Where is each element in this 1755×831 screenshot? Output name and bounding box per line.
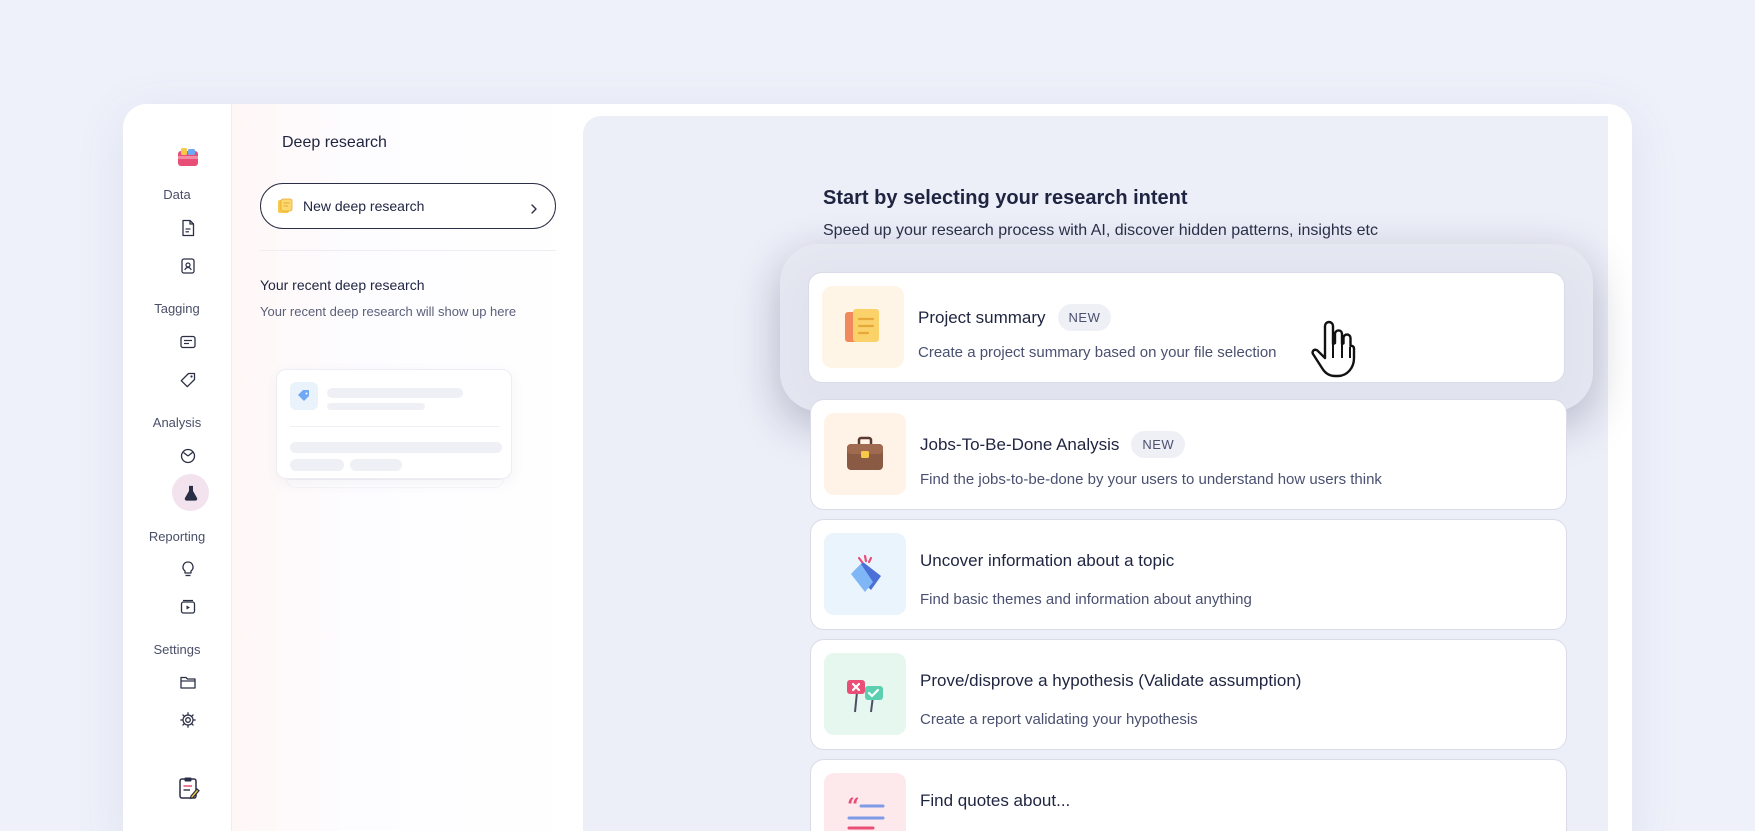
option-validate-hypothesis[interactable]: Prove/disprove a hypothesis (Validate as…	[810, 639, 1567, 750]
app-logo-icon[interactable]	[177, 147, 199, 167]
panel-divider	[260, 250, 556, 251]
new-deep-research-button[interactable]: New deep research	[260, 183, 556, 229]
option-description: Create a project summary based on your f…	[918, 344, 1277, 361]
tag-icon-placeholder	[290, 382, 318, 410]
option-title: Project summary	[918, 307, 1046, 327]
document-stack-icon	[822, 286, 904, 368]
main-content: Start by selecting your research intent …	[583, 116, 1608, 831]
chart-pie-icon[interactable]	[177, 445, 199, 467]
option-description: Find the jobs-to-be-done by your users t…	[920, 471, 1382, 488]
rail-section-data: Data	[163, 187, 191, 202]
lightbulb-icon[interactable]	[177, 558, 199, 580]
rail-section-settings: Settings	[153, 642, 201, 657]
quote-icon: “	[824, 773, 906, 831]
new-deep-research-label: New deep research	[303, 198, 425, 214]
deep-research-icon	[277, 198, 293, 214]
new-badge: NEW	[1057, 304, 1112, 331]
video-icon[interactable]	[177, 596, 199, 618]
option-description: Find basic themes and information about …	[920, 591, 1252, 608]
page-subtitle: Speed up your research process with AI, …	[823, 222, 1378, 239]
option-find-quotes[interactable]: “ Find quotes about...	[810, 759, 1567, 831]
recent-research-heading: Your recent deep research	[260, 277, 425, 293]
rail-section-tagging: Tagging	[154, 301, 200, 316]
folder-icon[interactable]	[177, 671, 199, 693]
rail-section-reporting: Reporting	[148, 529, 206, 544]
empty-state-illustration	[276, 364, 512, 494]
page-title: Start by selecting your research intent	[823, 187, 1188, 209]
option-title: Uncover information about a topic	[920, 551, 1175, 570]
deep-research-panel: Deep research New deep research Your rec…	[232, 104, 580, 831]
option-description: Create a report validating your hypothes…	[920, 711, 1198, 728]
option-jtbd-analysis[interactable]: Jobs-To-Be-Done Analysis NEW Find the jo…	[810, 399, 1567, 510]
gear-icon[interactable]	[177, 709, 199, 731]
signs-icon	[824, 653, 906, 735]
tag-search-icon	[824, 533, 906, 615]
svg-text:“: “	[847, 794, 860, 820]
option-title: Prove/disprove a hypothesis (Validate as…	[920, 671, 1302, 690]
panel-title: Deep research	[282, 134, 387, 151]
option-title: Jobs-To-Be-Done Analysis	[920, 434, 1120, 454]
app-window: Data Tagging Analysis Reporting Settings	[123, 104, 1632, 831]
chevron-right-icon	[529, 201, 539, 214]
option-project-summary[interactable]: Project summary NEW Create a project sum…	[808, 272, 1565, 383]
contacts-icon[interactable]	[177, 255, 199, 277]
icon-rail: Data Tagging Analysis Reporting Settings	[123, 104, 232, 831]
notes-icon[interactable]	[177, 776, 201, 800]
briefcase-icon	[824, 413, 906, 495]
tag-icon[interactable]	[177, 369, 199, 391]
new-badge: NEW	[1131, 431, 1186, 458]
option-title: Find quotes about...	[920, 791, 1071, 810]
recent-research-empty-text: Your recent deep research will show up h…	[260, 304, 517, 319]
text-block-icon[interactable]	[177, 331, 199, 353]
document-icon[interactable]	[177, 217, 199, 239]
option-uncover-topic[interactable]: Uncover information about a topic Find b…	[810, 519, 1567, 630]
rail-section-analysis: Analysis	[152, 415, 202, 430]
flask-icon[interactable]	[172, 474, 209, 511]
